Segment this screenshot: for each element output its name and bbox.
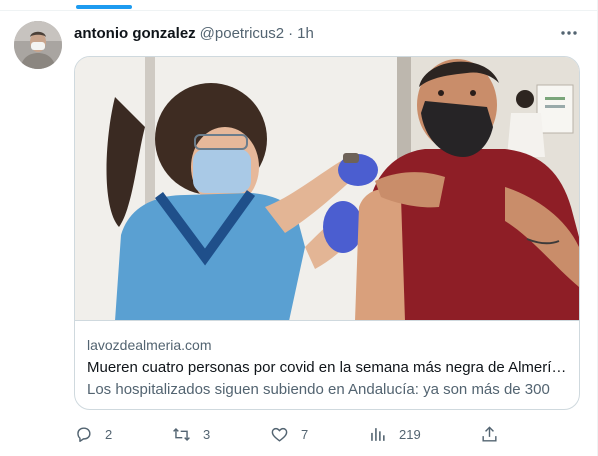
link-card[interactable]: lavozdealmeria.com Mueren cuatro persona…: [74, 56, 580, 410]
views-button[interactable]: 219: [368, 424, 421, 444]
heart-icon: [270, 425, 289, 444]
views-chart-icon: [368, 425, 387, 444]
reply-icon: [74, 425, 93, 444]
like-count: 7: [301, 426, 309, 442]
card-image: [75, 57, 579, 321]
active-tab-indicator: [76, 5, 132, 9]
views-count: 219: [399, 426, 421, 442]
retweet-count: 3: [203, 426, 211, 442]
reply-button[interactable]: 2: [74, 424, 112, 444]
share-button[interactable]: [480, 424, 499, 444]
tweet-actions: 2 3 7 219: [74, 424, 497, 444]
more-horizontal-icon[interactable]: [558, 23, 580, 43]
card-domain: lavozdealmeria.com: [87, 337, 212, 353]
author-name[interactable]: antonio gonzalez: [74, 25, 196, 42]
retweet-icon: [172, 425, 191, 444]
avatar-photo: [14, 21, 62, 69]
share-icon: [480, 425, 499, 444]
retweet-button[interactable]: 3: [172, 424, 210, 444]
header-separator: ·: [288, 24, 294, 42]
like-button[interactable]: 7: [270, 424, 308, 444]
avatar[interactable]: [14, 21, 62, 69]
reply-count: 2: [105, 426, 113, 442]
tweet-header: antonio gonzalez @poetricus2 · 1h: [74, 23, 314, 43]
top-divider: [0, 10, 598, 11]
card-description: Los hospitalizados siguen subiendo en An…: [87, 381, 550, 398]
tweet-timestamp[interactable]: 1h: [297, 25, 314, 42]
card-title: Mueren cuatro personas por covid en la s…: [87, 359, 571, 376]
author-handle[interactable]: @poetricus2: [200, 25, 284, 42]
